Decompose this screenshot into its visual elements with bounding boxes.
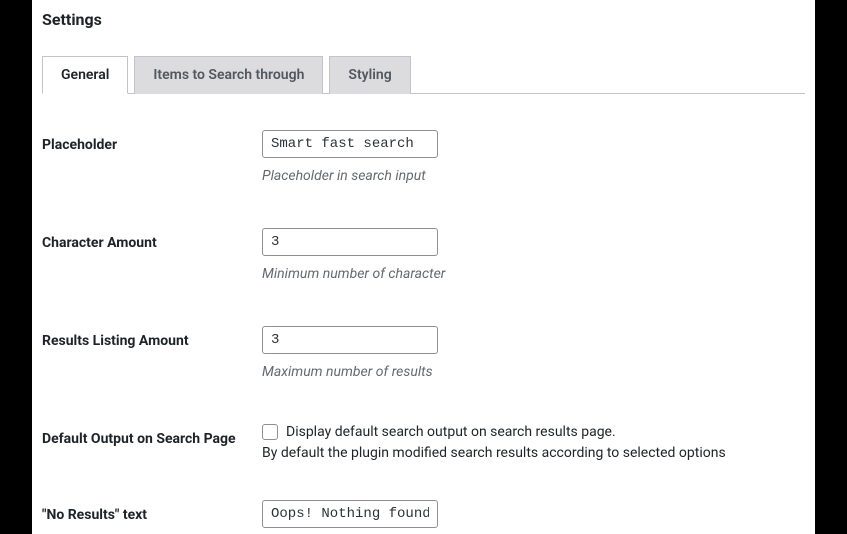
label-results-amount: Results Listing Amount <box>42 326 262 350</box>
label-character-amount: Character Amount <box>42 228 262 252</box>
checkbox-label-default-output: Display default search output on search … <box>286 424 616 440</box>
checkbox-default-output[interactable] <box>262 424 278 440</box>
tab-styling[interactable]: Styling <box>329 56 410 94</box>
input-character-amount[interactable] <box>262 228 438 256</box>
input-results-amount[interactable] <box>262 326 438 354</box>
settings-panel: Settings General Items to Search through… <box>32 0 815 534</box>
desc-results-amount: Maximum number of results <box>262 364 805 380</box>
desc-placeholder: Placeholder in search input <box>262 168 805 184</box>
field-row-default-output: Default Output on Search Page Display de… <box>42 424 805 464</box>
settings-form: Placeholder Placeholder in search input … <box>42 94 805 528</box>
tabs: General Items to Search through Styling <box>42 55 805 94</box>
label-no-results: "No Results" text <box>42 500 262 524</box>
field-row-no-results: "No Results" text <box>42 500 805 528</box>
field-row-character-amount: Character Amount Minimum number of chara… <box>42 228 805 282</box>
input-placeholder[interactable] <box>262 130 438 158</box>
label-default-output: Default Output on Search Page <box>42 424 262 448</box>
label-placeholder: Placeholder <box>42 130 262 154</box>
field-row-placeholder: Placeholder Placeholder in search input <box>42 130 805 184</box>
page-title: Settings <box>42 10 805 29</box>
tab-items-to-search[interactable]: Items to Search through <box>134 56 323 94</box>
desc-default-output: By default the plugin modified search re… <box>262 444 805 464</box>
tab-general[interactable]: General <box>42 56 128 94</box>
desc-character-amount: Minimum number of character <box>262 266 805 282</box>
field-row-results-amount: Results Listing Amount Maximum number of… <box>42 326 805 380</box>
input-no-results[interactable] <box>262 500 438 528</box>
